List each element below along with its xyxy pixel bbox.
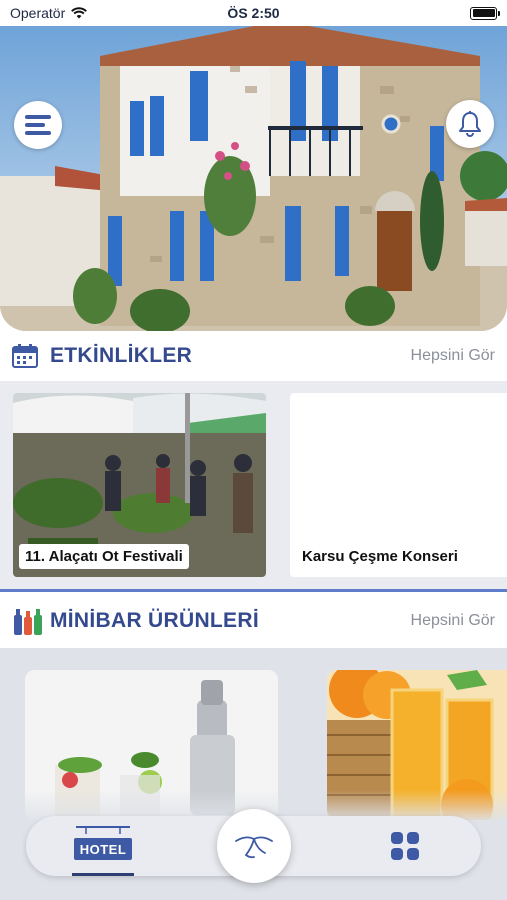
notifications-button[interactable] xyxy=(446,100,494,148)
event-label: 11. Alaçatı Ot Festivali xyxy=(19,544,189,569)
event-label: Karsu Çeşme Konseri xyxy=(296,544,464,569)
calendar-icon xyxy=(12,344,38,368)
battery-icon xyxy=(470,6,500,20)
status-time: ÖS 2:50 xyxy=(227,5,280,21)
bell-icon xyxy=(459,111,481,137)
hero-image xyxy=(0,26,507,331)
menu-button[interactable] xyxy=(14,101,62,149)
events-title: ETKİNLİKLER xyxy=(50,344,193,367)
minibar-title: MİNİBAR ÜRÜNLERİ xyxy=(50,609,259,632)
section-divider xyxy=(0,589,507,592)
events-header: ETKİNLİKLER Hepsini Gör xyxy=(0,331,507,381)
minibar-see-all-link[interactable]: Hepsini Gör xyxy=(411,612,495,630)
bottles-icon xyxy=(14,609,42,635)
status-left: Operatör xyxy=(10,5,88,21)
tab-menu-grid[interactable] xyxy=(389,830,421,862)
carrier-name: Operatör xyxy=(10,5,66,21)
hotel-sign-hanger-icon xyxy=(76,826,130,834)
tab-hotel-label: HOTEL xyxy=(73,838,133,860)
events-see-all-link[interactable]: Hepsini Gör xyxy=(411,347,495,365)
grid-icon xyxy=(391,832,419,860)
center-logo-button[interactable] xyxy=(217,809,291,883)
tab-hotel[interactable]: HOTEL xyxy=(72,826,134,876)
status-bar: Operatör ÖS 2:50 xyxy=(0,0,507,26)
hamburger-menu-icon xyxy=(25,115,51,135)
event-card[interactable]: 11. Alaçatı Ot Festivali xyxy=(13,393,266,577)
wifi-icon xyxy=(71,7,88,19)
events-carousel[interactable]: 11. Alaçatı Ot Festivali Karsu Çeşme Kon… xyxy=(0,381,507,590)
event-card[interactable]: Karsu Çeşme Konseri xyxy=(290,393,507,577)
brand-logo-icon xyxy=(235,836,273,859)
minibar-header: MİNİBAR ÜRÜNLERİ Hepsini Gör xyxy=(0,594,507,648)
active-tab-indicator xyxy=(72,873,134,876)
